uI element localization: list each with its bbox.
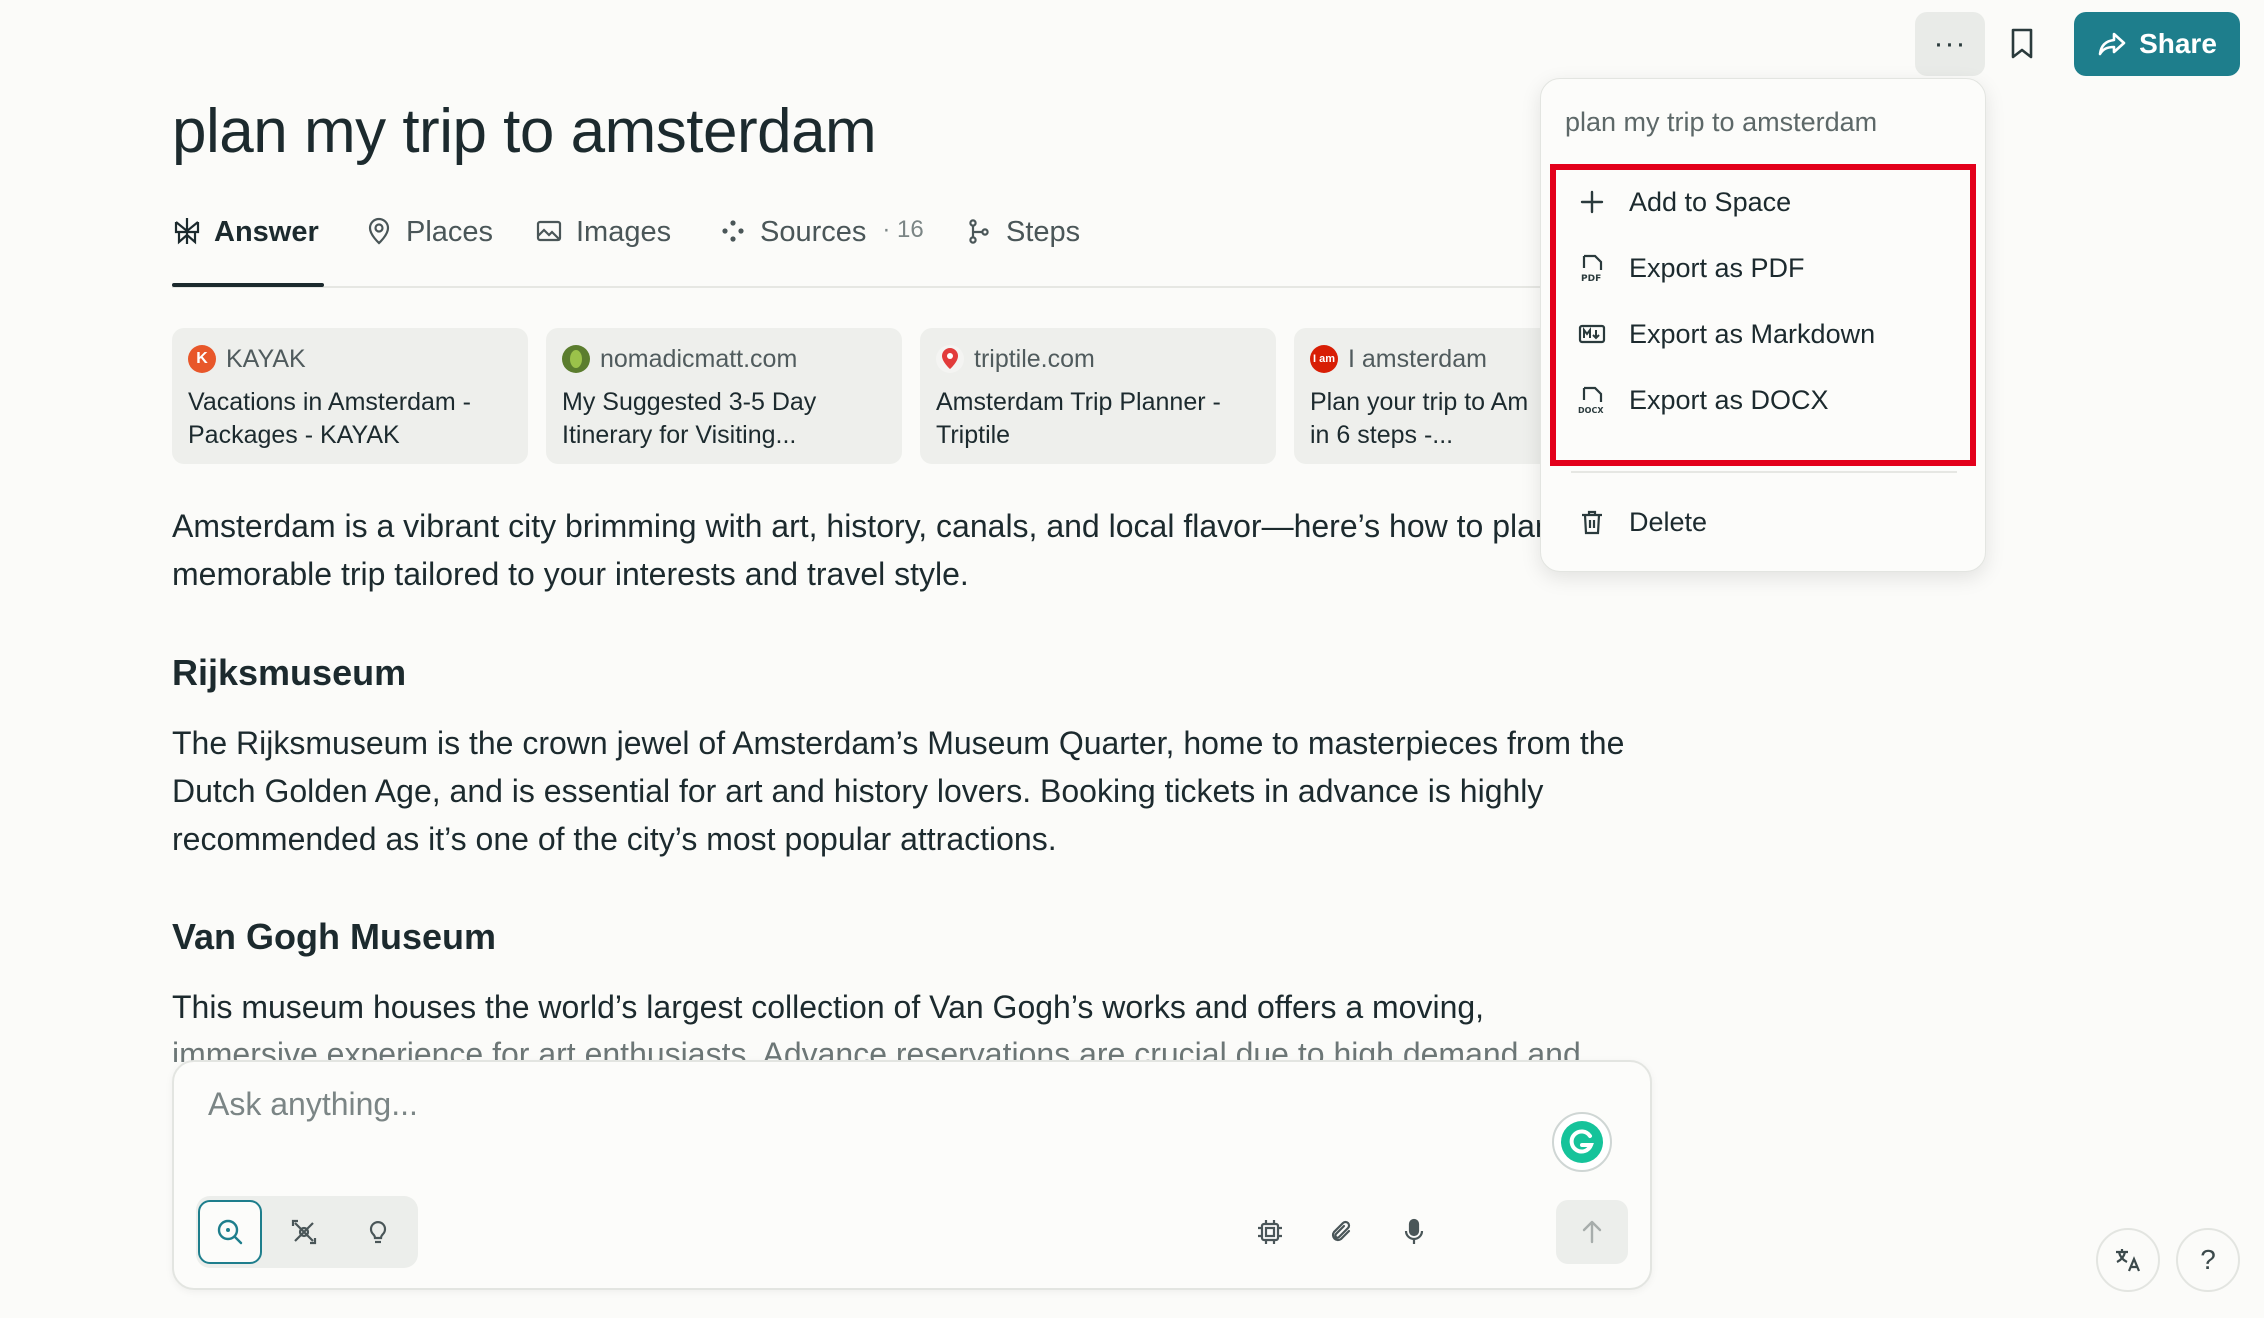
arrow-up-icon — [1582, 1220, 1602, 1244]
source-title-line: My Suggested 3-5 Day — [562, 388, 817, 416]
translate-icon — [2116, 1249, 2141, 1272]
section-text: The Rijksmuseum is the crown jewel of Am… — [172, 725, 1625, 857]
active-tab-indicator — [172, 283, 324, 287]
tab-places[interactable]: Places — [364, 206, 493, 288]
tab-bar: Answer Places Images Sources · 16 Steps — [172, 206, 1612, 288]
language-button[interactable] — [2096, 1228, 2160, 1292]
menu-item-label: Delete — [1629, 506, 1708, 537]
source-title-line: Itinerary for Visiting... — [562, 421, 797, 449]
highlight-box — [1550, 164, 1976, 466]
attach-button[interactable] — [1318, 1208, 1366, 1256]
trash-icon — [1582, 510, 1602, 535]
source-title-line: Packages - KAYAK — [188, 421, 400, 449]
sources-icon — [722, 220, 744, 242]
tab-steps-label: Steps — [1006, 216, 1081, 248]
menu-divider — [1571, 471, 1957, 473]
tab-sources[interactable]: Sources · 16 — [718, 206, 924, 288]
share-button[interactable]: Share — [2074, 12, 2240, 76]
section-heading: Van Gogh Museum — [172, 916, 497, 957]
section-heading: Rijksmuseum — [172, 652, 407, 693]
source-card[interactable]: I am I amsterdam Plan your trip to Am in… — [1294, 328, 1554, 464]
tab-images-label: Images — [576, 216, 672, 248]
source-title-line: Plan your trip to Am — [1310, 388, 1529, 416]
sources-count: · 16 — [882, 216, 924, 243]
ask-composer[interactable]: Ask anything... — [172, 1060, 1652, 1290]
source-title-line: in 6 steps -... — [1310, 421, 1454, 449]
share-icon — [2098, 32, 2126, 56]
search-mode-switch — [196, 1196, 418, 1268]
perplexity-logo-icon — [174, 218, 200, 245]
answer-intro: Amsterdam is a vibrant city brimming wit… — [172, 508, 1580, 592]
image-icon — [536, 220, 562, 242]
labs-mode-button[interactable] — [346, 1200, 410, 1264]
tab-answer-label: Answer — [214, 216, 319, 248]
source-card[interactable]: triptile.com Amsterdam Trip Planner - Tr… — [920, 328, 1276, 464]
steps-icon — [969, 219, 989, 244]
iamsterdam-favicon-icon: I am — [1310, 345, 1338, 373]
source-title-line: Vacations in Amsterdam - — [188, 388, 471, 416]
help-label: ? — [2200, 1244, 2216, 1275]
tab-steps[interactable]: Steps — [964, 206, 1080, 288]
source-card[interactable]: nomadicmatt.com My Suggested 3-5 Day Iti… — [546, 328, 902, 464]
source-site: KAYAK — [226, 344, 306, 373]
bookmark-icon — [2011, 28, 2033, 59]
source-title-line: Triptile — [936, 421, 1011, 449]
model-select-button[interactable] — [1246, 1208, 1294, 1256]
source-site: nomadicmatt.com — [600, 344, 798, 373]
help-button[interactable]: ? — [2176, 1228, 2240, 1292]
source-title-line: Amsterdam Trip Planner - — [936, 388, 1221, 416]
tab-answer[interactable]: Answer — [172, 206, 319, 288]
more-options-button[interactable]: ··· — [1915, 12, 1985, 76]
location-pin-icon — [368, 217, 390, 245]
tab-images[interactable]: Images — [534, 206, 671, 288]
submit-button[interactable] — [1556, 1200, 1628, 1264]
cpu-chip-icon — [1258, 1220, 1282, 1244]
share-label: Share — [2139, 28, 2217, 59]
research-mode-button[interactable] — [272, 1200, 336, 1264]
nomadicmatt-favicon-icon — [562, 345, 590, 373]
search-mode-button[interactable] — [198, 1200, 262, 1264]
research-icon — [291, 1219, 317, 1245]
section-text-overflow: immersive experience for art enthusiasts… — [172, 1036, 1581, 1062]
bookmark-button[interactable] — [2002, 16, 2042, 72]
microphone-icon — [1404, 1218, 1424, 1244]
search-icon — [217, 1219, 243, 1245]
tab-sources-label: Sources — [760, 216, 867, 248]
paperclip-icon — [1331, 1220, 1351, 1242]
menu-title: plan my trip to amsterdam — [1565, 107, 1878, 137]
tab-places-label: Places — [406, 216, 494, 248]
more-options-label: ··· — [1933, 27, 1967, 60]
grammarly-icon[interactable] — [1552, 1112, 1612, 1172]
source-card[interactable]: K KAYAK Vacations in Amsterdam - Package… — [172, 328, 528, 464]
source-site: I amsterdam — [1348, 344, 1487, 373]
page-title: plan my trip to amsterdam — [172, 97, 877, 166]
section-text: This museum houses the world’s largest c… — [172, 989, 1485, 1025]
ask-input[interactable]: Ask anything... — [208, 1086, 418, 1123]
kayak-favicon-icon: K — [188, 345, 216, 373]
voice-button[interactable] — [1390, 1208, 1438, 1256]
source-site: triptile.com — [974, 344, 1095, 373]
lightbulb-icon — [369, 1221, 387, 1244]
triptile-favicon-icon — [936, 345, 964, 373]
menu-item-delete[interactable]: Delete — [1565, 493, 1961, 551]
